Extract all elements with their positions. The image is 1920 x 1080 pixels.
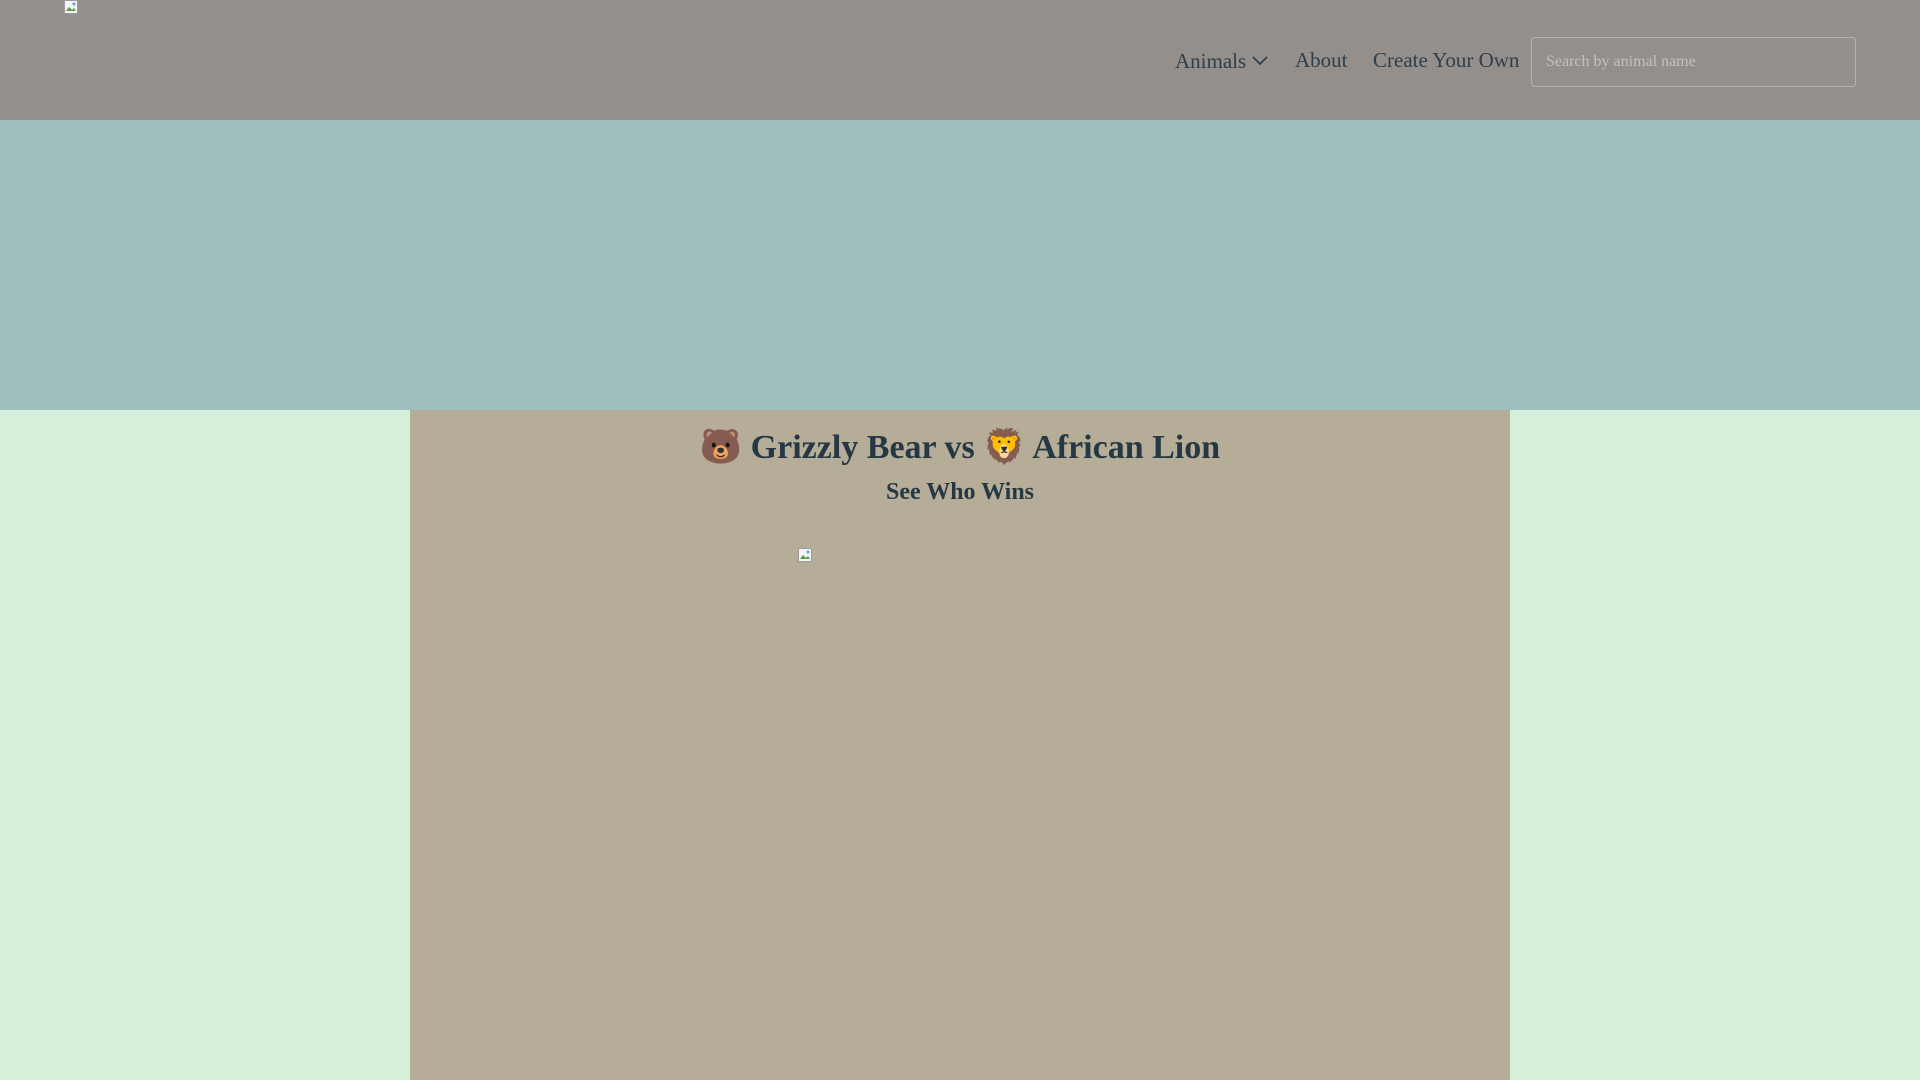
search-input[interactable]: [1531, 37, 1856, 87]
site-header: Animals About Create Your Own: [0, 0, 1920, 120]
nav-create-your-own-link[interactable]: Create Your Own: [1373, 47, 1519, 73]
main-nav: Animals About Create Your Own: [0, 0, 1920, 120]
chevron-down-icon: [1252, 56, 1268, 66]
page-subtitle: See Who Wins: [885, 479, 1035, 505]
nav-animals-dropdown[interactable]: Animals: [1175, 48, 1268, 74]
matchup-card: 🐻 Grizzly Bear vs 🦁 African Lion See Who…: [410, 410, 1510, 1080]
broken-image-icon: [798, 548, 812, 562]
matchup-image: [798, 548, 814, 564]
nav-animals-label: Animals: [1175, 49, 1247, 73]
nav-about-link[interactable]: About: [1295, 47, 1348, 73]
page-title: 🐻 Grizzly Bear vs 🦁 African Lion: [699, 429, 1221, 466]
hero-banner: [0, 120, 1920, 410]
